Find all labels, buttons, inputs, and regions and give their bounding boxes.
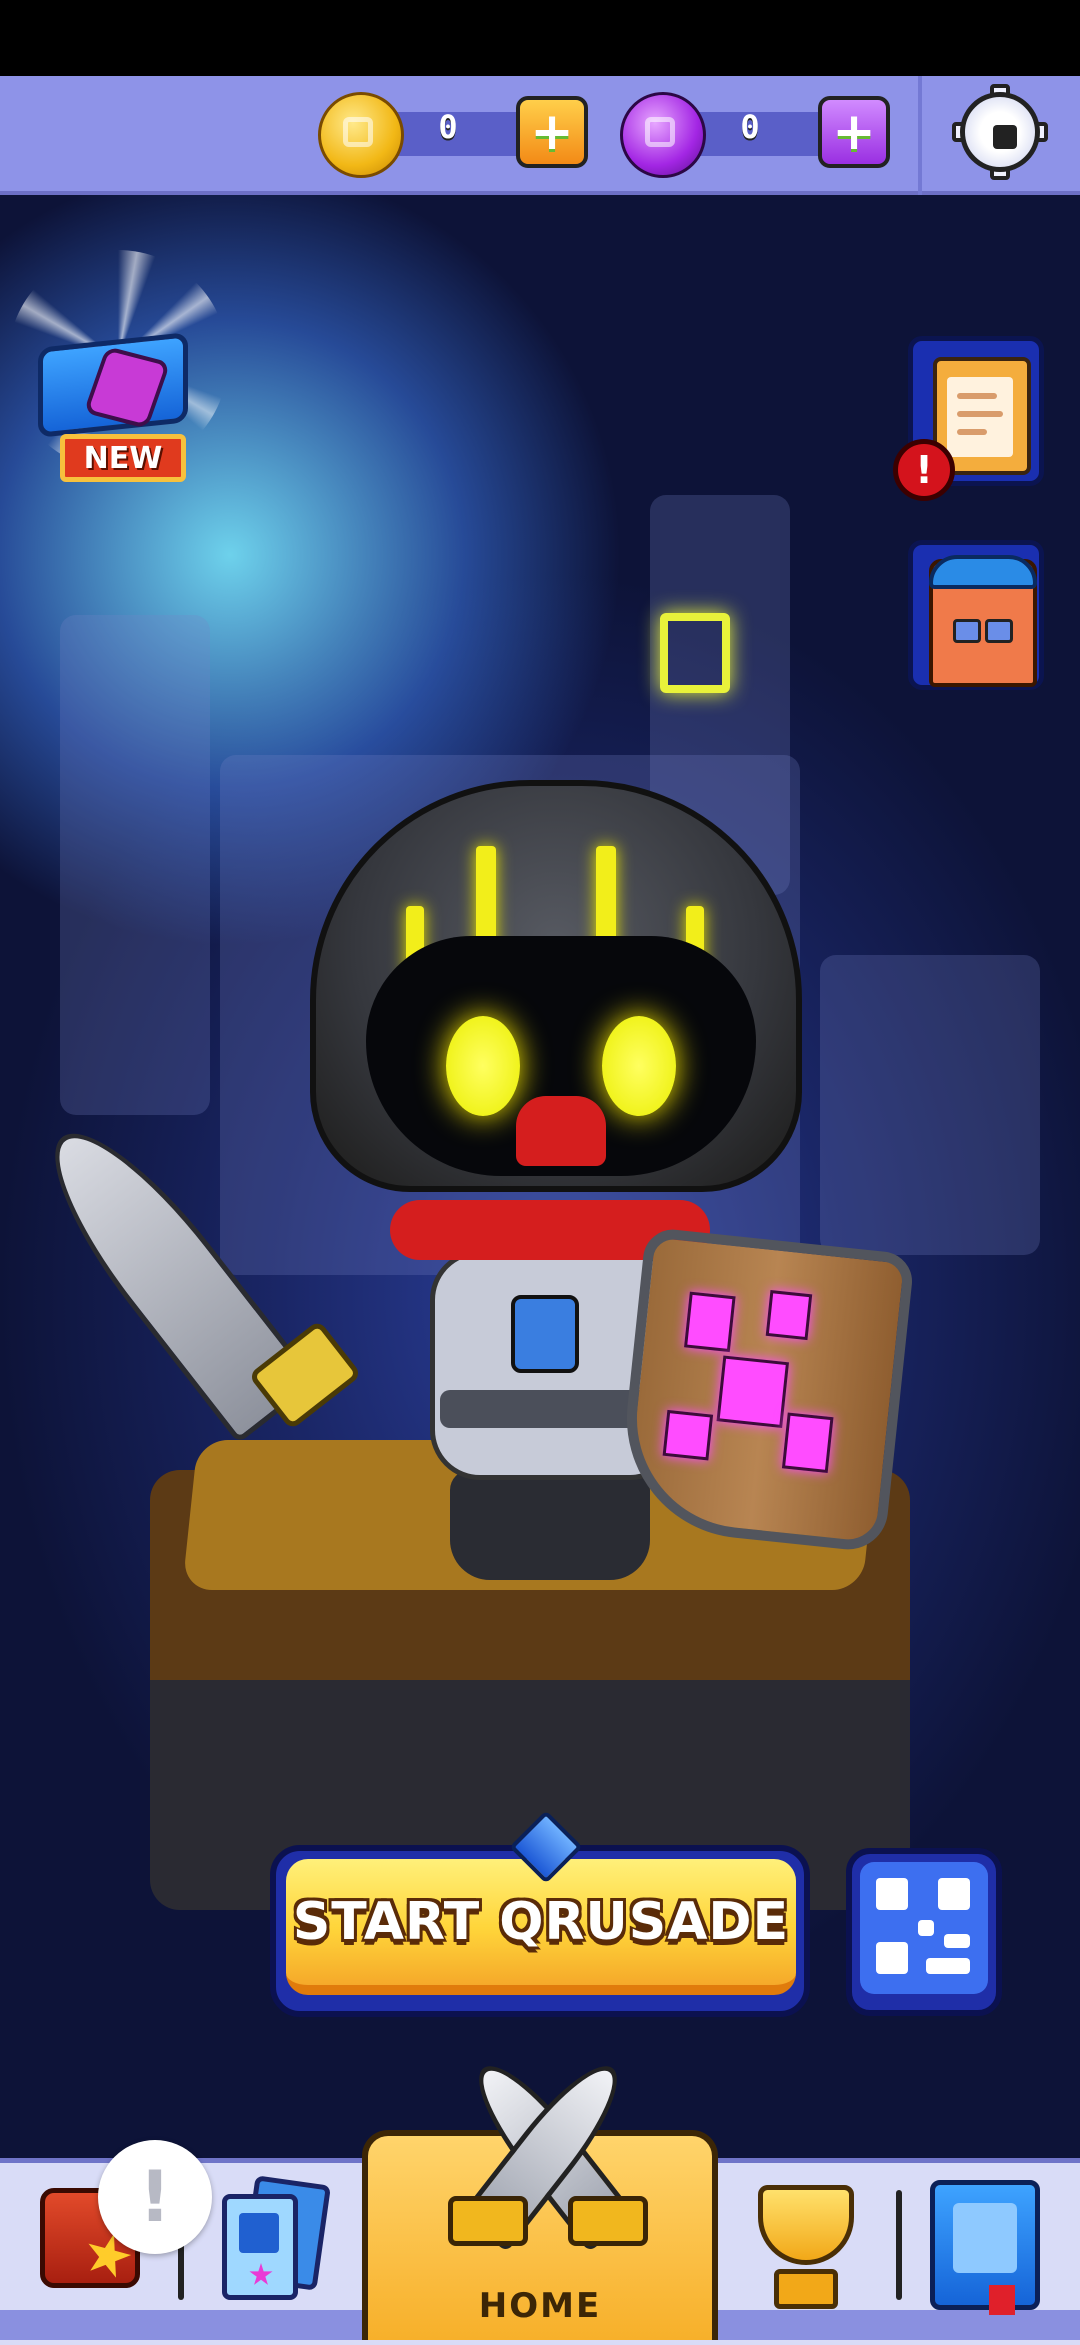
nav-tab-cards[interactable]	[218, 2175, 338, 2310]
nav-tab-home[interactable]: HOME	[362, 2049, 718, 2340]
settings-button[interactable]	[952, 84, 1048, 180]
coin-counter: 0 +	[318, 92, 588, 178]
gear-icon	[960, 92, 1040, 172]
qr-code-icon	[860, 1862, 988, 1994]
helmet	[310, 780, 802, 1192]
gem-counter: 0 +	[620, 92, 890, 178]
wardrobe-button[interactable]	[908, 540, 1044, 690]
new-chest-button[interactable]: NEW	[8, 250, 228, 490]
alert-badge: !	[893, 439, 955, 501]
book-icon	[953, 2203, 1017, 2273]
add-gems-button[interactable]: +	[818, 96, 890, 168]
status-bar	[0, 0, 1080, 76]
coin-value: 0	[438, 108, 458, 146]
home-tab-label: HOME	[478, 2286, 602, 2326]
notification-bubble[interactable]: !	[98, 2140, 212, 2254]
gem-value: 0	[740, 108, 760, 146]
wardrobe-icon	[929, 555, 1037, 687]
quests-button[interactable]: !	[893, 336, 1044, 501]
nav-tab-collection[interactable]	[930, 2180, 1040, 2315]
add-coins-button[interactable]: +	[516, 96, 588, 168]
new-badge: NEW	[60, 434, 186, 482]
treasure-chest-icon	[38, 332, 188, 438]
topbar-divider	[918, 76, 922, 195]
start-qrusade-button[interactable]: START QRUSADE	[270, 1810, 810, 2025]
crossed-swords-icon	[438, 2026, 648, 2266]
qr-scan-button[interactable]	[846, 1848, 1002, 2016]
nav-tab-leaderboard[interactable]	[738, 2185, 872, 2315]
nav-separator	[896, 2190, 902, 2300]
shield	[615, 1226, 915, 1554]
knight-character	[22, 780, 915, 1630]
cards-icon	[222, 2194, 298, 2300]
trophy-icon	[758, 2185, 854, 2265]
